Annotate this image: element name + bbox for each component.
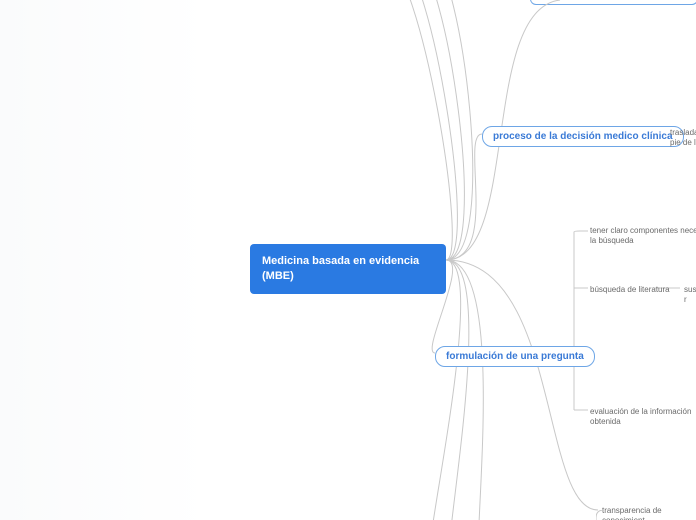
- bracket-transparencia: [596, 510, 604, 520]
- leaf-busqueda-side: sus r: [684, 285, 696, 306]
- leaf-proceso-traslada: traslada lo pie de la c: [670, 128, 696, 149]
- leaf-transparencia: transparencia de conocimient: [602, 506, 696, 520]
- node-formulacion-label: formulación de una pregunta: [446, 351, 584, 362]
- root-label: Medicina basada en evidencia (MBE): [262, 255, 419, 282]
- leaf-busqueda-literatura: búsqueda de literatura: [590, 285, 670, 295]
- leaf-tener-claro: tener claro componentes necesarios p la …: [590, 226, 696, 247]
- cutoff-node-top: [530, 0, 696, 5]
- leaf-evaluacion-info: evaluación de la información obtenida: [590, 407, 696, 428]
- root-node[interactable]: Medicina basada en evidencia (MBE): [250, 244, 446, 294]
- node-formulacion[interactable]: formulación de una pregunta: [435, 346, 595, 367]
- node-proceso[interactable]: proceso de la decisión medico clínica: [482, 126, 684, 147]
- node-proceso-label: proceso de la decisión medico clínica: [493, 131, 673, 142]
- mindmap-canvas[interactable]: Medicina basada en evidencia (MBE) proce…: [0, 0, 696, 520]
